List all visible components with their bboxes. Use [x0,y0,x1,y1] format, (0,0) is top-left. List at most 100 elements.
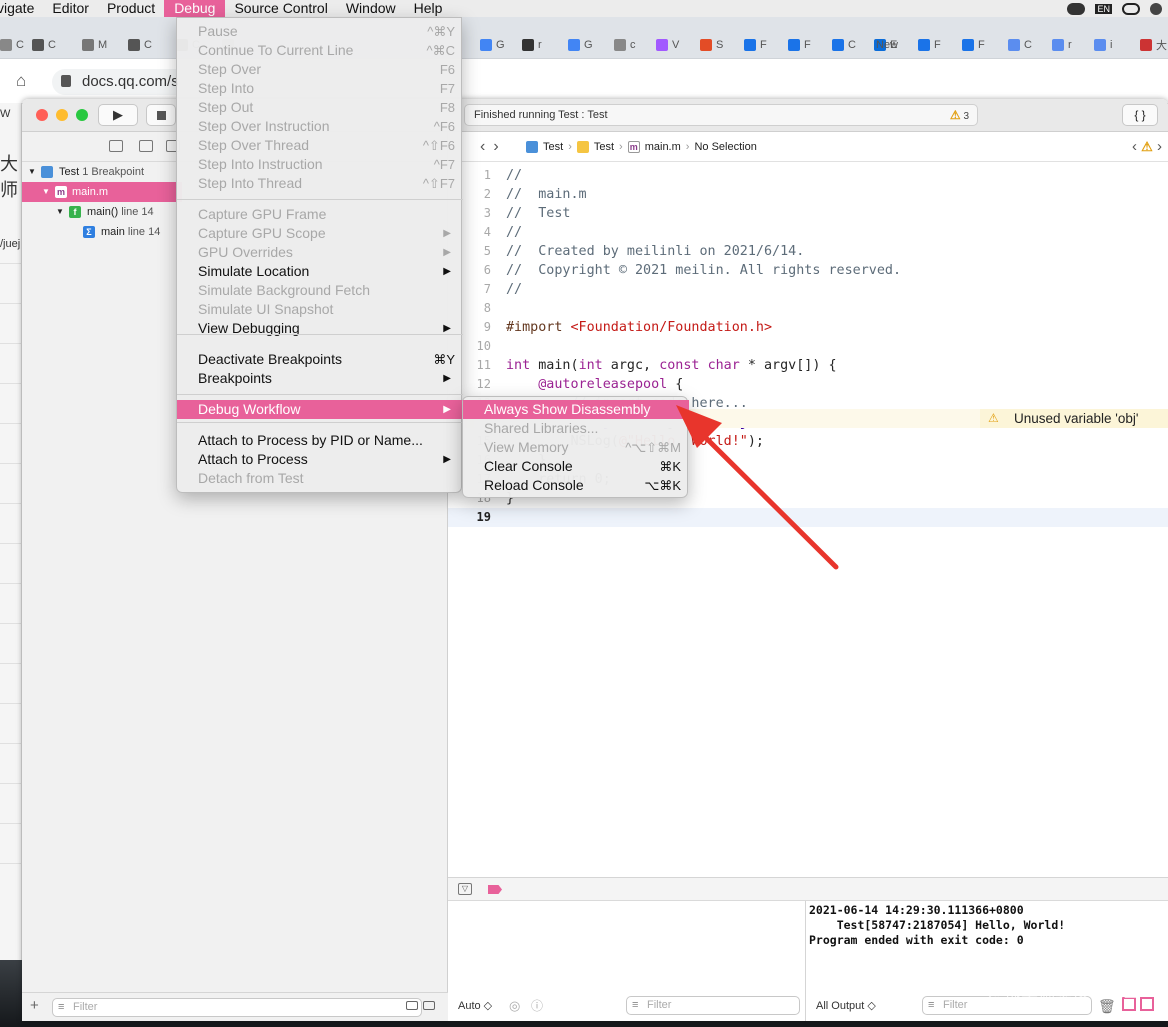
menu-item-label: Step Into Instruction [198,156,323,172]
variables-filter-input[interactable]: Filter [626,996,800,1015]
code-line[interactable]: 4// [448,223,1168,242]
menu-item-deactivate-breakpoints[interactable]: Deactivate Breakpoints ⌘Y [177,350,463,369]
back-forward-icons[interactable]: ‹› [480,132,507,162]
filter-options-icon[interactable] [423,1001,435,1010]
breadcrumb-item[interactable]: main.m [645,132,681,162]
tab-title: C [1024,39,1032,51]
browser-tab[interactable]: C [128,37,152,53]
navigator-row-breakpoint[interactable]: Σ main line 14 [22,222,182,242]
wechat-icon[interactable] [1067,2,1086,15]
browser-tab[interactable]: G [568,37,593,53]
menu-item-breakpoints[interactable]: Breakpoints ▶ [177,369,463,388]
folder-icon[interactable] [109,140,123,152]
info-icon[interactable]: ⓘ [531,991,543,1021]
code-line[interactable]: 10 [448,337,1168,356]
menu-item-always-show-disassembly[interactable]: Always Show Disassembly [463,400,689,419]
menu-item-simulate-location[interactable]: Simulate Location ▶ [177,262,463,281]
run-button[interactable]: ▶ [98,104,138,126]
issue-navigation[interactable]: ‹ ⚠ › [1132,132,1162,162]
tab-favicon-icon [962,39,974,51]
zoom-window-button[interactable] [76,109,88,121]
code-line[interactable]: 2// main.m [448,185,1168,204]
navigator-row-function[interactable]: ▼ f main() line 14 [22,202,182,222]
browser-tab[interactable]: r [1052,37,1072,53]
browser-tab[interactable]: i [1094,37,1112,53]
code-text: int main(int argc, const char * argv[]) … [506,356,837,375]
line-number[interactable]: 19 [448,508,491,527]
navigator-row-project[interactable]: ▼ Test 1 Breakpoint [22,162,182,182]
browser-tab[interactable]: F [788,37,811,53]
code-line[interactable]: 6// Copyright © 2021 meilin. All rights … [448,261,1168,280]
warning-count-badge[interactable]: ⚠ 3 [950,105,969,127]
menu-help[interactable]: Help [405,0,452,17]
code-line[interactable]: 5// Created by meilinli on 2021/6/14. [448,242,1168,261]
filter-toggle-icon[interactable] [406,1001,418,1010]
menu-source-control[interactable]: Source Control [225,0,336,17]
code-line[interactable]: 12 @autoreleasepool { [448,375,1168,394]
debug-workflow-submenu: Always Show Disassembly Shared Libraries.… [462,396,689,498]
browser-tab[interactable]: F [744,37,767,53]
minimize-window-button[interactable] [56,109,68,121]
menu-item-attach-to-process-by-pid-or-name[interactable]: Attach to Process by PID or Name... [177,431,463,450]
code-line[interactable]: 9 #import <Foundation/Foundation.h> [448,318,1168,337]
shortcut-label: ⌘K [659,459,681,474]
breakpoints-active-icon[interactable] [488,885,502,894]
code-line[interactable]: 8 [448,299,1168,318]
menu-debug[interactable]: Debug [164,0,226,17]
browser-tab[interactable]: C [1008,37,1032,53]
browser-tab[interactable]: F [918,37,941,53]
menu-editor[interactable]: Editor [43,0,98,17]
browser-tab[interactable]: C [32,37,56,53]
navigator-filter-input[interactable]: Filter [52,998,422,1017]
stop-button[interactable] [146,104,176,126]
browser-tab[interactable]: c [614,37,636,53]
browser-tab[interactable]: V [656,37,679,53]
menu-item-clear-console[interactable]: Clear Console ⌘K [463,457,689,476]
menu-item-view-debugging[interactable]: View Debugging ▶ [177,319,463,338]
hide-debug-area-icon[interactable]: ▽ [458,883,472,895]
variables-scope-select[interactable]: Auto ◇ [458,991,492,1021]
disclosure-down-icon[interactable]: ▼ [42,182,50,202]
menu-item-debug-workflow[interactable]: Debug Workflow ▶ [177,400,463,419]
browser-tab[interactable]: C [0,37,24,53]
code-line[interactable]: 3// Test [448,204,1168,223]
menu-item-attach-to-process[interactable]: Attach to Process ▶ [177,450,463,469]
console-scope-select[interactable]: All Output ◇ [816,991,876,1021]
browser-tab[interactable]: r [522,37,542,53]
add-icon[interactable]: + [30,997,39,1014]
source-control-icon[interactable] [139,140,153,152]
browser-tab[interactable]: 大 [1140,37,1167,53]
navigator-row-main-m[interactable]: ▼ m main.m [22,182,182,202]
code-line[interactable]: 11 int main(int argc, const char * argv[]… [448,356,1168,375]
group-icon[interactable] [1122,2,1140,15]
code-line[interactable]: 1// [448,166,1168,185]
browser-tab[interactable]: S [700,37,723,53]
code-line[interactable]: 7// [448,280,1168,299]
shortcut-label: ⌘Y [433,352,455,367]
home-icon[interactable]: ⌂ [16,71,34,90]
code-line[interactable]: 19 [448,508,1168,527]
source-editor[interactable]: 1918}17 return 0;16 }15 NSLog(@"Hello, W… [448,162,1168,877]
input-source-icon[interactable]: EN [1095,3,1112,14]
browser-tab[interactable]: New [876,37,898,53]
menu-navigate[interactable]: vigate [0,0,43,17]
apple-icon[interactable] [1150,2,1162,15]
browser-tab[interactable]: G [480,37,505,53]
breadcrumb-item[interactable]: No Selection [694,132,756,162]
close-window-button[interactable] [36,109,48,121]
menu-item-reload-console[interactable]: Reload Console ⌥⌘K [463,476,689,495]
disclosure-down-icon[interactable]: ▼ [56,202,64,222]
browser-tab[interactable]: M [82,37,107,53]
breadcrumb-item[interactable]: Test [543,132,563,162]
eye-icon[interactable]: ◎ [509,991,520,1021]
browser-tab[interactable]: C [832,37,856,53]
library-button[interactable]: { } [1122,104,1158,126]
menu-window[interactable]: Window [337,0,405,17]
browser-tab[interactable]: F [962,37,985,53]
inline-warning[interactable]: ⚠ Unused variable 'obj' [980,409,1168,428]
disclosure-down-icon[interactable]: ▼ [28,162,36,182]
submenu-arrow-icon: ▶ [443,247,451,258]
breadcrumb-item[interactable]: Test [594,132,614,162]
menu-product[interactable]: Product [98,0,164,17]
split-right-icon[interactable] [1140,997,1154,1011]
